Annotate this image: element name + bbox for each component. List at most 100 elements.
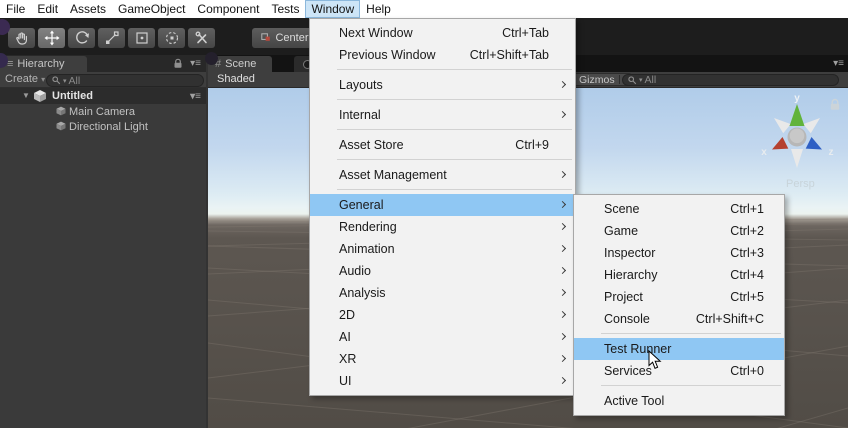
- menu-item-shortcut: Ctrl+3: [730, 246, 764, 260]
- menu-separator: [337, 159, 572, 160]
- scale-tool-button[interactable]: [98, 28, 125, 48]
- lock-icon[interactable]: [173, 58, 183, 69]
- menu-item-label: Audio: [339, 264, 549, 278]
- menu-item-hierarchy[interactable]: Hierarchy Ctrl+4: [574, 264, 784, 286]
- menu-item-label: Rendering: [339, 220, 549, 234]
- menubar-item-help[interactable]: Help: [360, 0, 397, 18]
- submenu-arrow-icon: [559, 81, 566, 88]
- hierarchy-panel: ≡ Hierarchy ▾≡ Create ▾ ▾ All ▼ Un: [0, 55, 206, 428]
- menu-item-project[interactable]: Project Ctrl+5: [574, 286, 784, 308]
- menu-item-shortcut: Ctrl+Tab: [502, 26, 549, 40]
- gameobject-cube-icon: [56, 106, 66, 116]
- menu-item-rendering[interactable]: Rendering: [310, 216, 575, 238]
- submenu-arrow-icon: [559, 311, 566, 318]
- scene-row-menu-icon[interactable]: ▾≡: [190, 91, 201, 102]
- menubar-item-window[interactable]: Window: [305, 0, 360, 18]
- window-menu: Next Window Ctrl+Tab Previous Window Ctr…: [309, 18, 576, 396]
- submenu-arrow-icon: [559, 223, 566, 230]
- shading-mode-dropdown[interactable]: Shaded: [217, 73, 255, 85]
- menu-item-shortcut: Ctrl+2: [730, 224, 764, 238]
- menu-item-previous-window[interactable]: Previous Window Ctrl+Shift+Tab: [310, 44, 575, 66]
- menu-item-layouts[interactable]: Layouts: [310, 74, 575, 96]
- menu-item-label: Previous Window: [339, 48, 470, 62]
- hierarchy-item-main-camera[interactable]: Main Camera: [0, 104, 206, 119]
- panel-menu-icon[interactable]: ▾≡: [190, 58, 201, 69]
- panel-menu-icon[interactable]: ▾≡: [833, 58, 844, 69]
- menu-item-analysis[interactable]: Analysis: [310, 282, 575, 304]
- hierarchy-search-input[interactable]: ▾ All: [46, 74, 204, 87]
- menubar-item-assets[interactable]: Assets: [64, 0, 112, 18]
- pane-icon: ≡: [7, 56, 13, 72]
- menubar-item-component[interactable]: Component: [191, 0, 265, 18]
- menubar-item-tests[interactable]: Tests: [265, 0, 305, 18]
- transform-tool-icon: [164, 30, 180, 46]
- menu-item-internal[interactable]: Internal: [310, 104, 575, 126]
- scene-search-input[interactable]: ▾ All: [622, 74, 839, 86]
- menubar-item-file[interactable]: File: [0, 0, 31, 18]
- menu-item-label: AI: [339, 330, 549, 344]
- menu-item-label: Game: [604, 224, 730, 238]
- menu-item-animation[interactable]: Animation: [310, 238, 575, 260]
- tool-buttons-group: [8, 28, 215, 48]
- menubar-item-edit[interactable]: Edit: [31, 0, 64, 18]
- menu-item-ai[interactable]: AI: [310, 326, 575, 348]
- menubar-item-gameobject[interactable]: GameObject: [112, 0, 191, 18]
- menu-item-shortcut: Ctrl+5: [730, 290, 764, 304]
- rect-tool-button[interactable]: [128, 28, 155, 48]
- axis-x-label: x: [761, 147, 767, 158]
- foldout-triangle-icon[interactable]: ▼: [22, 91, 30, 100]
- menu-item-2d[interactable]: 2D: [310, 304, 575, 326]
- menu-item-shortcut: Ctrl+Shift+Tab: [470, 48, 549, 62]
- gizmos-label: Gizmos: [575, 74, 619, 86]
- menu-item-xr[interactable]: XR: [310, 348, 575, 370]
- submenu-arrow-icon: [559, 245, 566, 252]
- unity-scene-icon: [33, 89, 47, 103]
- menu-item-audio[interactable]: Audio: [310, 260, 575, 282]
- submenu-arrow-icon: [559, 267, 566, 274]
- general-submenu: Scene Ctrl+1 Game Ctrl+2 Inspector Ctrl+…: [573, 194, 785, 416]
- hand-tool-button[interactable]: [8, 28, 35, 48]
- mouse-cursor: [648, 350, 662, 370]
- menu-item-services[interactable]: Services Ctrl+0: [574, 360, 784, 382]
- menu-item-label: Console: [604, 312, 696, 326]
- move-tool-button[interactable]: [38, 28, 65, 48]
- create-button[interactable]: Create ▾: [5, 73, 45, 85]
- menu-separator: [337, 99, 572, 100]
- hierarchy-scene-row[interactable]: ▼ Untitled ▾≡: [0, 88, 206, 104]
- menu-item-general[interactable]: General: [310, 194, 575, 216]
- menu-item-shortcut: Ctrl+Shift+C: [696, 312, 764, 326]
- hierarchy-tab-strip: ≡ Hierarchy ▾≡: [0, 55, 206, 72]
- submenu-arrow-icon: [559, 289, 566, 296]
- hierarchy-item-directional-light[interactable]: Directional Light: [0, 119, 206, 134]
- menu-item-console[interactable]: Console Ctrl+Shift+C: [574, 308, 784, 330]
- scale-icon: [104, 30, 120, 46]
- search-filter-chevron-icon: ▾: [63, 77, 67, 85]
- menu-item-label: Scene: [604, 202, 730, 216]
- submenu-arrow-icon: [559, 111, 566, 118]
- menu-item-active-tool[interactable]: Active Tool: [574, 390, 784, 412]
- menu-item-label: Inspector: [604, 246, 730, 260]
- perspective-label[interactable]: Persp: [786, 178, 815, 190]
- menu-separator: [601, 385, 781, 386]
- menu-item-test-runner[interactable]: Test Runner: [574, 338, 784, 360]
- menu-item-label: Active Tool: [604, 394, 764, 408]
- recording-overlay-dot: [205, 52, 218, 65]
- menu-item-asset-management[interactable]: Asset Management: [310, 164, 575, 186]
- menu-item-next-window[interactable]: Next Window Ctrl+Tab: [310, 22, 575, 44]
- menu-separator: [601, 333, 781, 334]
- menu-item-label: Next Window: [339, 26, 502, 40]
- menu-item-shortcut: Ctrl+9: [515, 138, 549, 152]
- menu-item-inspector[interactable]: Inspector Ctrl+3: [574, 242, 784, 264]
- custom-tools-button[interactable]: [188, 28, 215, 48]
- hierarchy-item-label: Main Camera: [69, 106, 135, 118]
- menu-item-ui[interactable]: UI: [310, 370, 575, 392]
- menu-item-label: Internal: [339, 108, 549, 122]
- hierarchy-tab-label: Hierarchy: [17, 56, 64, 72]
- menu-item-game[interactable]: Game Ctrl+2: [574, 220, 784, 242]
- menu-item-shortcut: Ctrl+4: [730, 268, 764, 282]
- rotate-tool-button[interactable]: [68, 28, 95, 48]
- menu-item-asset-store[interactable]: Asset Store Ctrl+9: [310, 134, 575, 156]
- tab-hierarchy[interactable]: ≡ Hierarchy: [0, 56, 87, 72]
- transform-tool-button[interactable]: [158, 28, 185, 48]
- menu-item-scene[interactable]: Scene Ctrl+1: [574, 198, 784, 220]
